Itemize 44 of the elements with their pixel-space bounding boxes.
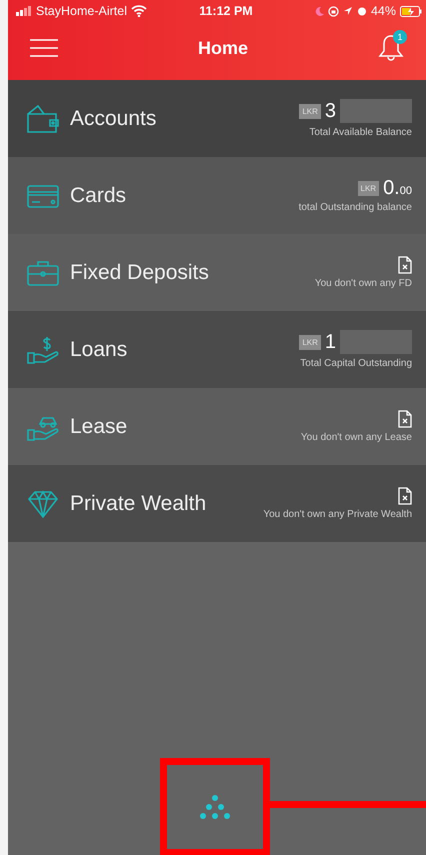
empty-document-icon	[398, 410, 412, 428]
wifi-icon	[131, 5, 147, 17]
empty-document-icon	[398, 256, 412, 274]
alarm-icon	[356, 6, 367, 16]
signal-icon	[16, 6, 32, 16]
row-caption: Total Available Balance	[309, 127, 412, 138]
currency-tag: LKR	[299, 104, 321, 118]
page-title: Home	[198, 38, 248, 58]
dots-icon[interactable]	[198, 793, 232, 821]
amount-value: 0.00	[383, 178, 412, 198]
product-row[interactable]: Cards LKR 0.00 total Outstanding balance	[8, 157, 426, 234]
currency-tag: LKR	[299, 334, 321, 350]
carrier-name: StayHome-Airtel	[36, 4, 127, 18]
row-label: Accounts	[70, 106, 158, 130]
row-label: Cards	[70, 184, 128, 208]
status-time: 11:12 PM	[199, 4, 253, 18]
menu-button[interactable]	[30, 38, 58, 58]
currency-tag: LKR	[358, 180, 380, 196]
battery-percent: 44%	[370, 4, 396, 18]
moon-icon	[314, 6, 324, 16]
product-row[interactable]: Accounts LKR 3 Total Available Balance	[8, 80, 426, 157]
diamond-icon	[26, 488, 60, 518]
row-label: Private Wealth	[70, 492, 208, 516]
row-caption: Total Capital Outstanding	[300, 358, 412, 369]
empty-document-icon	[398, 487, 412, 505]
row-caption: total Outstanding balance	[298, 202, 412, 213]
money-hand-icon	[26, 334, 60, 364]
product-row[interactable]: Lease You don't own any Lease	[8, 388, 426, 465]
product-row[interactable]: Loans LKR 1 Total Capital Outstanding	[8, 311, 426, 388]
product-row[interactable]: Fixed Deposits You don't own any FD	[8, 234, 426, 311]
battery-icon	[400, 6, 422, 16]
row-caption: You don't own any Private Wealth	[263, 509, 412, 520]
row-label: Lease	[70, 414, 128, 438]
notification-badge: 1	[392, 30, 407, 44]
row-caption: You don't own any Lease	[300, 432, 412, 443]
row-label: Loans	[70, 338, 128, 362]
lock-rotation-icon	[328, 6, 339, 16]
wallet-icon	[26, 104, 60, 134]
row-caption: You don't own any FD	[314, 278, 412, 289]
row-label: Fixed Deposits	[70, 260, 210, 284]
amount-value: 1	[324, 332, 336, 352]
amount-value: 3	[324, 101, 336, 121]
location-icon	[342, 6, 353, 16]
product-row[interactable]: Private Wealth You don't own any Private Wealth	[8, 465, 426, 542]
